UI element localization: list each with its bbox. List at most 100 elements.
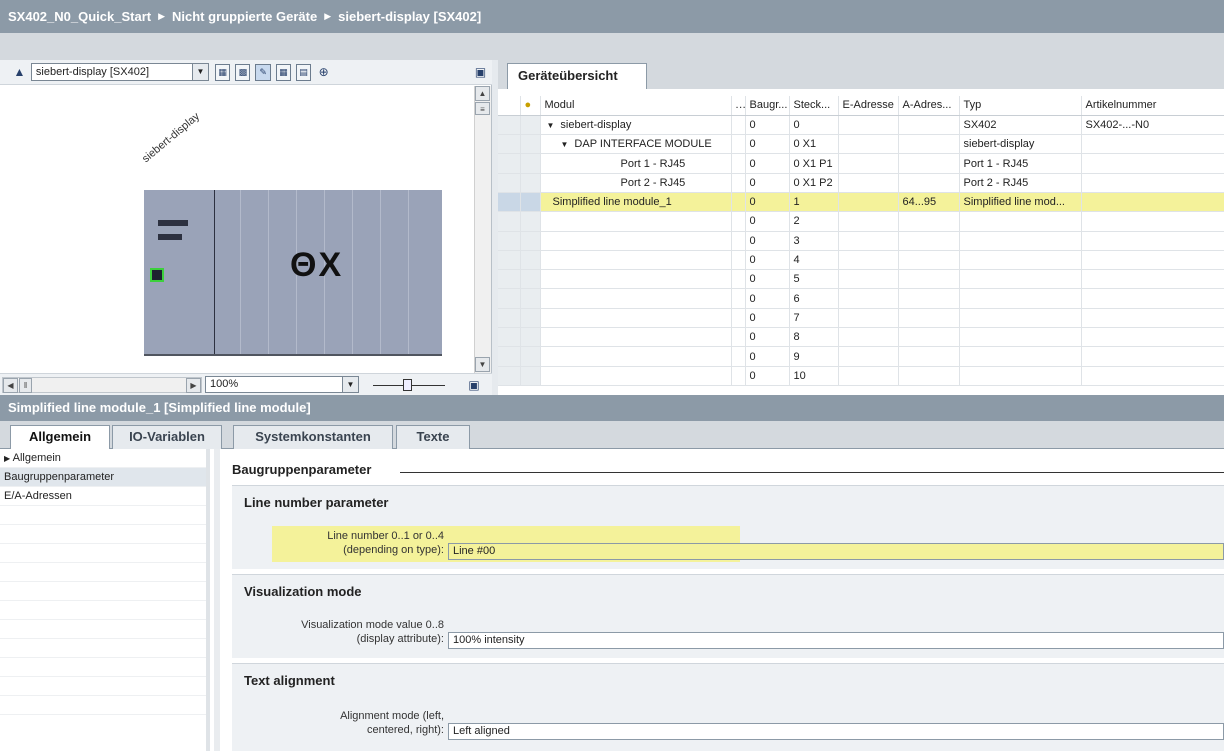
grid-view-icon[interactable]: ▦ <box>275 63 291 81</box>
cell-a-adresse[interactable] <box>898 346 960 367</box>
cell-more[interactable] <box>731 211 746 232</box>
zoom-slider[interactable] <box>373 378 445 392</box>
cell-baugruppe[interactable]: 0 <box>745 211 790 232</box>
cell-e-adresse[interactable] <box>838 134 899 155</box>
cell-a-adresse[interactable] <box>898 288 960 309</box>
tab-io-variablen[interactable]: IO-Variablen <box>112 425 222 449</box>
cell-artikelnummer[interactable] <box>1081 231 1224 251</box>
cell-typ[interactable] <box>959 269 1082 290</box>
cell-a-adresse[interactable] <box>898 366 960 386</box>
zoom-select[interactable]: 100% ▼ <box>205 376 359 393</box>
cell-artikelnummer[interactable] <box>1081 153 1224 174</box>
cell-steckplatz[interactable]: 0 X1 P1 <box>789 153 839 174</box>
cell-modul[interactable] <box>540 308 732 329</box>
device-module-graphic[interactable]: ΘX <box>144 190 442 356</box>
cell-baugruppe[interactable]: 0 <box>745 250 790 271</box>
nav-item-ea-adressen[interactable]: E/A-Adressen <box>0 487 206 506</box>
cell-artikelnummer[interactable] <box>1081 327 1224 348</box>
cell-steckplatz[interactable]: 4 <box>789 250 839 271</box>
cell-e-adresse[interactable] <box>838 115 899 136</box>
table-row[interactable]: ▼ siebert-display 0 0 SX402 SX402-...-N0 <box>498 115 1224 136</box>
table-row[interactable]: 08 <box>498 327 1224 348</box>
module-filter-icon[interactable]: ● <box>520 96 541 116</box>
cell-steckplatz[interactable]: 10 <box>789 366 839 386</box>
navigation-icon[interactable]: ▣ <box>465 376 483 394</box>
cell-modul[interactable]: Port 2 - RJ45 <box>540 173 732 193</box>
table-row[interactable]: 09 <box>498 346 1224 367</box>
expand-triangle-icon[interactable]: ▼ <box>561 140 569 149</box>
nav-item-baugruppenparameter[interactable]: Baugruppenparameter <box>0 468 206 487</box>
cell-modul[interactable]: ▼ siebert-display <box>540 115 732 136</box>
cell-e-adresse[interactable] <box>838 269 899 290</box>
show-module-icon[interactable]: ▦ <box>215 63 231 81</box>
cell-e-adresse[interactable] <box>838 153 899 174</box>
cell-e-adresse[interactable] <box>838 192 899 213</box>
cell-typ[interactable] <box>959 346 1082 367</box>
cell-artikelnummer[interactable] <box>1081 346 1224 367</box>
cell-steckplatz[interactable]: 0 X1 <box>789 134 839 155</box>
cell-baugruppe[interactable]: 0 <box>745 269 790 290</box>
cell-steckplatz[interactable]: 3 <box>789 231 839 251</box>
cell-typ[interactable] <box>959 327 1082 348</box>
col-header-artikelnummer[interactable]: Artikelnummer <box>1081 96 1224 116</box>
cell-artikelnummer[interactable] <box>1081 269 1224 290</box>
cell-e-adresse[interactable] <box>838 346 899 367</box>
cell-baugruppe[interactable]: 0 <box>745 115 790 136</box>
cell-e-adresse[interactable] <box>838 308 899 329</box>
device-view-vertical-scrollbar[interactable]: ▲ ≡ ▼ <box>474 86 491 376</box>
cell-more[interactable] <box>731 173 746 193</box>
cell-modul[interactable] <box>540 366 732 386</box>
cell-typ[interactable] <box>959 366 1082 386</box>
scroll-thumb[interactable]: ‖ <box>19 377 32 393</box>
cell-modul[interactable] <box>540 327 732 348</box>
tab-allgemein[interactable]: Allgemein <box>10 425 110 450</box>
visualization-mode-field[interactable]: 100% intensity <box>448 632 1224 649</box>
zoom-icon[interactable]: ⊕ <box>316 63 331 81</box>
cell-artikelnummer[interactable] <box>1081 366 1224 386</box>
cell-more[interactable] <box>731 269 746 290</box>
cell-baugruppe[interactable]: 0 <box>745 366 790 386</box>
cell-modul[interactable] <box>540 250 732 271</box>
cell-modul[interactable]: Port 1 - RJ45 <box>540 153 732 174</box>
col-header-a-adresse[interactable]: A-Adres... <box>898 96 960 116</box>
cell-more[interactable] <box>731 134 746 155</box>
cell-steckplatz[interactable]: 0 X1 P2 <box>789 173 839 193</box>
cell-typ[interactable] <box>959 250 1082 271</box>
cell-more[interactable] <box>731 327 746 348</box>
text-alignment-field[interactable]: Left aligned <box>448 723 1224 740</box>
cell-e-adresse[interactable] <box>838 211 899 232</box>
cell-baugruppe[interactable]: 0 <box>745 153 790 174</box>
cell-a-adresse[interactable] <box>898 269 960 290</box>
cell-artikelnummer[interactable] <box>1081 308 1224 329</box>
cell-steckplatz[interactable]: 8 <box>789 327 839 348</box>
cell-more[interactable] <box>731 288 746 309</box>
cell-steckplatz[interactable]: 5 <box>789 269 839 290</box>
cell-modul[interactable] <box>540 231 732 251</box>
breadcrumb-device[interactable]: siebert-display [SX402] <box>338 9 481 24</box>
cell-typ[interactable] <box>959 211 1082 232</box>
cell-modul[interactable] <box>540 288 732 309</box>
table-row[interactable]: 07 <box>498 308 1224 329</box>
network-device-icon[interactable]: ▲ <box>12 63 27 81</box>
scroll-left-icon[interactable]: ◀ <box>3 377 18 393</box>
cell-typ[interactable] <box>959 231 1082 251</box>
cell-e-adresse[interactable] <box>838 366 899 386</box>
cell-steckplatz[interactable]: 2 <box>789 211 839 232</box>
cell-artikelnummer[interactable] <box>1081 250 1224 271</box>
table-row[interactable]: 02 <box>498 211 1224 232</box>
cell-artikelnummer[interactable] <box>1081 134 1224 155</box>
interface-port-icon[interactable] <box>150 268 164 282</box>
cell-a-adresse[interactable] <box>898 173 960 193</box>
cell-modul[interactable]: Simplified line module_1 <box>540 192 732 213</box>
cell-baugruppe[interactable]: 0 <box>745 327 790 348</box>
cell-baugruppe[interactable]: 0 <box>745 231 790 251</box>
cell-typ[interactable]: Port 2 - RJ45 <box>959 173 1082 193</box>
cell-e-adresse[interactable] <box>838 288 899 309</box>
cell-typ[interactable]: Simplified line mod... <box>959 192 1082 213</box>
cell-typ[interactable]: siebert-display <box>959 134 1082 155</box>
cell-typ[interactable]: Port 1 - RJ45 <box>959 153 1082 174</box>
cell-typ[interactable] <box>959 308 1082 329</box>
cell-baugruppe[interactable]: 0 <box>745 173 790 193</box>
pen-tool-icon[interactable]: ✎ <box>255 63 271 81</box>
table-row[interactable]: 03 <box>498 231 1224 251</box>
